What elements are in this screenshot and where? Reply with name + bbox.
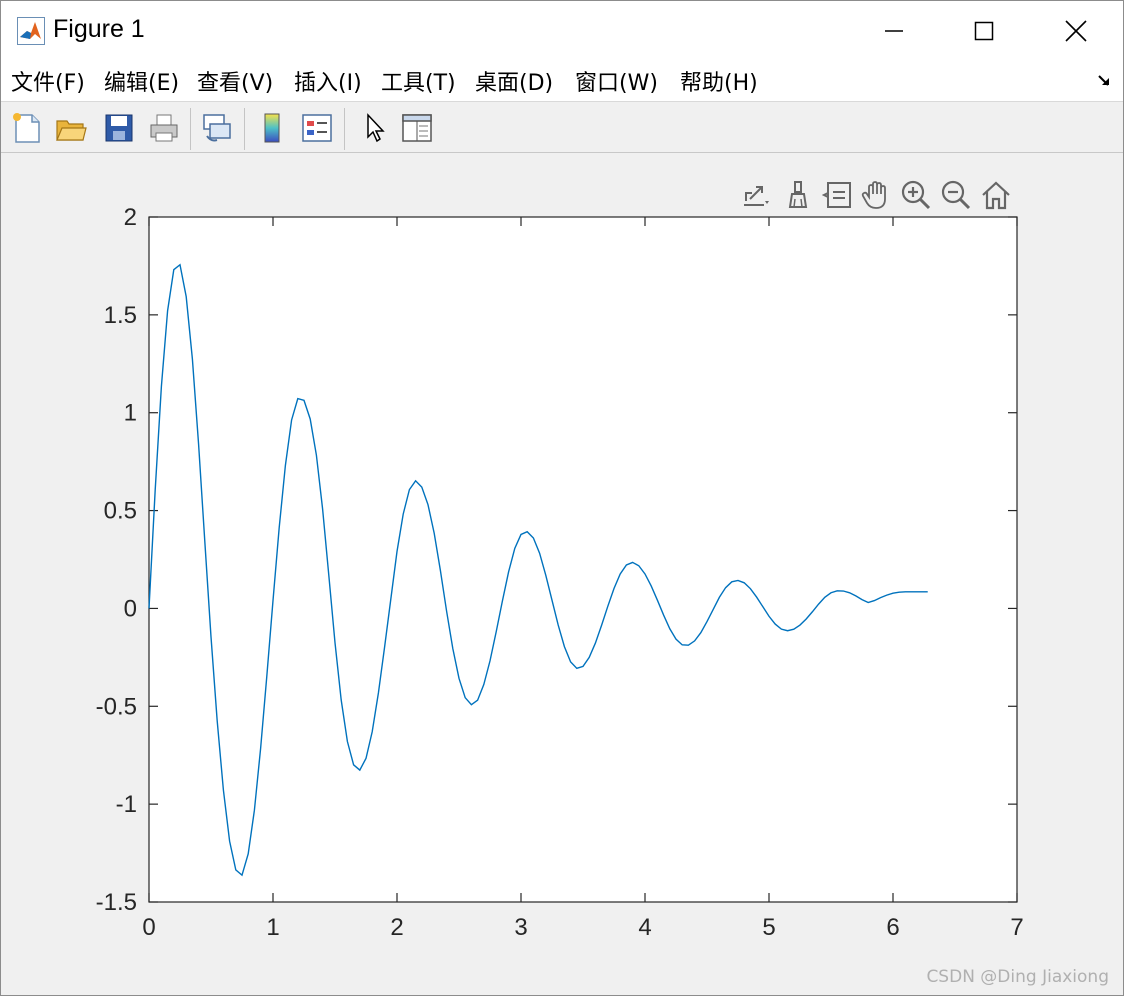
property-inspector-button[interactable] (399, 110, 435, 146)
pan-hand-icon (861, 181, 886, 209)
brush-button[interactable] (779, 175, 817, 215)
maximize-button[interactable] (939, 1, 1029, 61)
minimize-button[interactable] (849, 1, 939, 61)
figure-canvas (1, 153, 1123, 995)
menu-bar: 文件(F) 编辑(E) 查看(V) 插入(I) 工具(T) 桌面(D) 窗口(W… (1, 61, 1123, 101)
dock-arrow-icon[interactable] (1097, 73, 1113, 89)
menu-tools[interactable]: 工具(T) (381, 65, 456, 97)
restore-view-home-icon (982, 181, 1010, 210)
close-icon (1065, 20, 1087, 42)
edit-plot-button[interactable] (356, 110, 392, 146)
window-title: Figure 1 (53, 15, 145, 43)
zoom-in-icon (901, 180, 931, 210)
toolbar-separator (190, 108, 191, 150)
menu-edit[interactable]: 编辑(E) (104, 65, 179, 97)
link-plot-button[interactable] (199, 110, 235, 146)
colorbar-button[interactable] (254, 110, 290, 146)
open-file-button[interactable] (53, 110, 89, 146)
legend-button[interactable] (299, 110, 335, 146)
zoom-in-button[interactable] (897, 175, 935, 215)
close-button[interactable] (1031, 1, 1121, 61)
save-button[interactable] (101, 110, 137, 146)
minimize-icon (885, 30, 903, 32)
brush-icon (788, 181, 808, 208)
watermark-text: CSDN @Ding Jiaxiong (926, 967, 1109, 987)
export-icon (744, 186, 769, 206)
menu-help[interactable]: 帮助(H) (680, 65, 758, 97)
export-button[interactable] (735, 175, 773, 215)
figure-window: Figure 1 文件(F) 编辑(E) 查看(V) 插入(I) 工具(T) 桌… (0, 0, 1124, 996)
zoom-out-button[interactable] (937, 175, 975, 215)
menu-insert[interactable]: 插入(I) (294, 65, 362, 97)
title-bar: Figure 1 (1, 1, 1123, 61)
zoom-out-icon (941, 180, 971, 210)
new-figure-icon (13, 113, 40, 143)
menu-view[interactable]: 查看(V) (197, 65, 273, 97)
new-figure-button[interactable] (9, 110, 45, 146)
property-inspector-icon (402, 114, 432, 142)
toolbar-separator (244, 108, 245, 150)
link-plot-icon (203, 114, 231, 142)
open-file-icon (56, 120, 87, 141)
edit-plot-cursor-icon (367, 113, 385, 143)
restore-view-button[interactable] (977, 175, 1015, 215)
colorbar-icon (264, 113, 280, 143)
menu-window[interactable]: 窗口(W) (575, 65, 658, 97)
pan-button[interactable] (857, 175, 895, 215)
print-icon (150, 114, 178, 142)
toolbar-separator (344, 108, 345, 150)
data-tips-button[interactable] (819, 175, 857, 215)
menu-desktop[interactable]: 桌面(D) (475, 65, 553, 97)
menu-file[interactable]: 文件(F) (11, 65, 85, 97)
print-button[interactable] (146, 110, 182, 146)
maximize-icon (974, 21, 994, 41)
figure-toolbar (1, 101, 1123, 153)
save-icon (105, 114, 133, 142)
axes-toolbar (735, 175, 1017, 215)
matlab-app-icon (17, 17, 45, 45)
data-tips-icon (822, 182, 851, 208)
legend-icon (302, 114, 332, 142)
